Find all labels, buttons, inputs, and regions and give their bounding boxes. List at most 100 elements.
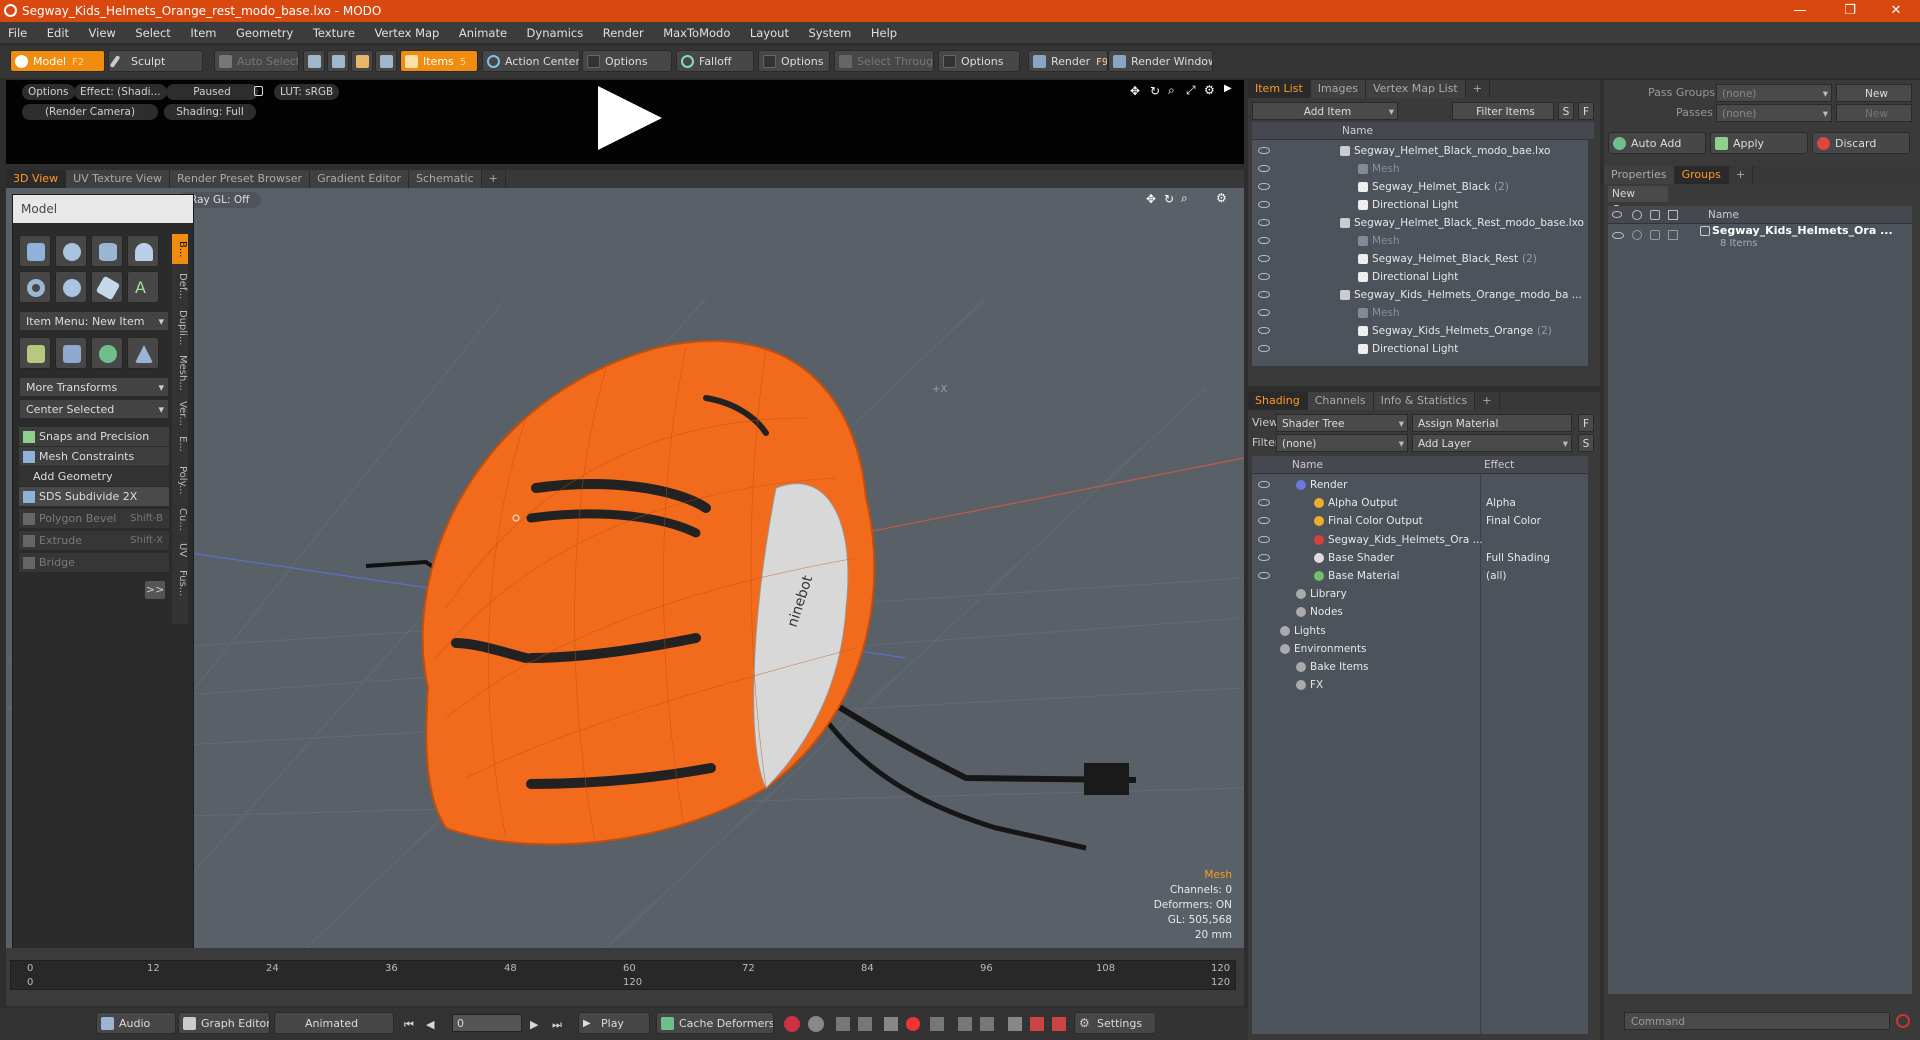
shader-row[interactable]: Final Color Output Final Color	[1252, 512, 1588, 530]
tab-gradient-editor[interactable]: Gradient Editor	[310, 170, 409, 188]
graph-editor-button[interactable]: Graph Editor	[178, 1012, 270, 1034]
visibility-eye-icon[interactable]	[1258, 309, 1270, 316]
view-dropdown[interactable]: Shader Tree	[1276, 414, 1408, 432]
menu-dynamics[interactable]: Dynamics	[519, 22, 592, 44]
cone-tool-button[interactable]	[127, 235, 159, 267]
torus-tool-button[interactable]	[19, 271, 51, 303]
audio-button[interactable]: Audio	[96, 1012, 176, 1034]
item-menu-dropdown[interactable]: Item Menu: New Item	[19, 311, 169, 332]
tab-render-preset-browser[interactable]: Render Preset Browser	[170, 170, 311, 188]
shader-eye-icon[interactable]	[1258, 517, 1270, 525]
key-next-icon[interactable]	[858, 1017, 872, 1031]
prev-key-icon[interactable]: ◀	[426, 1018, 434, 1031]
viewport-rotate-icon[interactable]: ↻	[1164, 192, 1174, 206]
key-prev-icon[interactable]	[836, 1017, 850, 1031]
shader-effect[interactable]: Final Color	[1486, 512, 1541, 530]
add-tab-button[interactable]: +	[482, 170, 506, 188]
model-mode-button[interactable]: Model F2	[10, 50, 105, 72]
command-input[interactable]: Command	[1624, 1012, 1890, 1030]
minimize-button[interactable]: —	[1780, 0, 1820, 22]
tab-uv-texture-view[interactable]: UV Texture View	[66, 170, 171, 188]
pass-groups-dropdown[interactable]: (none)	[1716, 84, 1832, 102]
menu-help[interactable]: Help	[863, 22, 905, 44]
visibility-eye-icon[interactable]	[1258, 291, 1270, 298]
vtab-mesh[interactable]: Mesh...	[172, 352, 188, 394]
more-transforms-dropdown[interactable]: More Transforms	[19, 377, 169, 398]
shader-row[interactable]: Library	[1252, 585, 1588, 603]
assign-material-button[interactable]: Assign Material	[1412, 414, 1572, 432]
menu-render[interactable]: Render	[595, 22, 652, 44]
move-icon[interactable]: ✥	[1130, 84, 1140, 98]
materials-mode-button[interactable]	[375, 50, 397, 72]
keyframe-icon[interactable]	[884, 1017, 898, 1031]
menu-maxtomodo[interactable]: MaxToModo	[655, 22, 738, 44]
vtab-edge[interactable]: E...	[172, 432, 188, 456]
polygons-mode-button[interactable]	[351, 50, 373, 72]
pen-tool-button[interactable]	[91, 271, 123, 303]
command-clear-icon[interactable]	[1896, 1014, 1910, 1028]
visibility-eye-icon[interactable]	[1258, 147, 1270, 154]
item-list-add-tab[interactable]: +	[1466, 80, 1490, 98]
vtab-curve[interactable]: Cu...	[172, 504, 188, 534]
shading-dropdown[interactable]: Shading: Full	[164, 104, 256, 120]
shading-f-button[interactable]: F	[1578, 414, 1594, 432]
item-list-s-button[interactable]: S	[1558, 102, 1574, 120]
text-tool-button[interactable]: A	[127, 271, 159, 303]
settings-button[interactable]: ⚙ Settings	[1074, 1012, 1156, 1034]
vtab-uv[interactable]: UV	[172, 538, 188, 562]
item-list-f-button[interactable]: F	[1578, 102, 1594, 120]
vtab-duplicate[interactable]: Dupli...	[172, 308, 188, 348]
shader-eye-icon[interactable]	[1258, 481, 1270, 488]
visibility-eye-icon[interactable]	[1258, 237, 1270, 244]
shading-add-tab[interactable]: +	[1475, 392, 1500, 410]
sphere-tool-button[interactable]	[55, 235, 87, 267]
tab-properties[interactable]: Properties	[1604, 166, 1675, 184]
passes-dropdown[interactable]: (none)	[1716, 104, 1832, 122]
shader-eye-icon[interactable]	[1258, 572, 1270, 579]
render-window-button[interactable]: Render Window	[1108, 50, 1213, 72]
vertices-mode-button[interactable]	[303, 50, 325, 72]
viewport-gear-icon[interactable]: ⚙	[1216, 191, 1227, 205]
vtab-basic[interactable]: B...	[172, 234, 188, 264]
next-frame-icon[interactable]: ▶	[530, 1018, 538, 1031]
shader-row[interactable]: Nodes	[1252, 603, 1588, 621]
tab-channels[interactable]: Channels	[1307, 392, 1374, 410]
add-item-dropdown[interactable]: Add Item	[1252, 102, 1398, 120]
timeline-ruler[interactable]: 0 12 24 36 48 60 72 84 96 108 120 0 120 …	[10, 960, 1236, 990]
preview-paused-toggle[interactable]: Paused	[166, 84, 258, 100]
grid-tool-button[interactable]	[55, 337, 87, 369]
shader-row[interactable]: Base Shader Full Shading	[1252, 549, 1588, 567]
shader-row[interactable]: Segway_Kids_Helmets_Ora ...	[1252, 531, 1588, 549]
shader-row[interactable]: Render	[1252, 476, 1588, 494]
add-layer-dropdown[interactable]: Add Layer	[1412, 434, 1572, 452]
auto-select-button[interactable]: Auto Select	[214, 50, 299, 72]
record-key-icon[interactable]	[784, 1016, 800, 1032]
animated-dropdown[interactable]: Animated	[274, 1012, 394, 1034]
pyramid-tool-button[interactable]	[127, 337, 159, 369]
snaps-precision-button[interactable]: Snaps and Precision	[19, 427, 169, 447]
group-row[interactable]: Segway_Kids_Helmets_Ora ... 8 Items	[1608, 224, 1912, 256]
lock-icon[interactable]	[254, 86, 263, 96]
item-row[interactable]: Segway_Helmet_Black_Rest_modo_base.lxo	[1252, 214, 1588, 232]
shader-eye-icon[interactable]	[1258, 553, 1270, 561]
auto-add-button[interactable]: Auto Add	[1608, 132, 1706, 154]
viewport-move-icon[interactable]: ✥	[1146, 192, 1156, 206]
visibility-eye-icon[interactable]	[1258, 345, 1270, 352]
maximize-button[interactable]: ❐	[1830, 0, 1870, 22]
viewport-zoom-icon[interactable]: ⌕	[1181, 191, 1188, 206]
tab-groups[interactable]: Groups	[1674, 166, 1729, 184]
cube-tool-button[interactable]	[19, 235, 51, 267]
preview-options-button[interactable]: Options	[22, 84, 75, 100]
group-lock-icon[interactable]	[1650, 230, 1660, 240]
visibility-eye-icon[interactable]	[1258, 327, 1270, 334]
shader-eye-icon[interactable]	[1258, 535, 1270, 543]
new-group-button[interactable]: New Group	[1608, 186, 1668, 216]
item-row[interactable]: Segway_Kids_Helmets_Orange_modo_ba ...	[1252, 286, 1588, 304]
play-button[interactable]: ▶ Play	[578, 1012, 650, 1034]
tab-schematic[interactable]: Schematic	[409, 170, 482, 188]
gear-icon[interactable]: ⚙	[1204, 83, 1215, 97]
edges-mode-button[interactable]	[327, 50, 349, 72]
visibility-eye-icon[interactable]	[1258, 165, 1270, 172]
select-through-button[interactable]: Select Through	[834, 50, 934, 72]
render-button[interactable]: Render F9	[1028, 50, 1108, 72]
